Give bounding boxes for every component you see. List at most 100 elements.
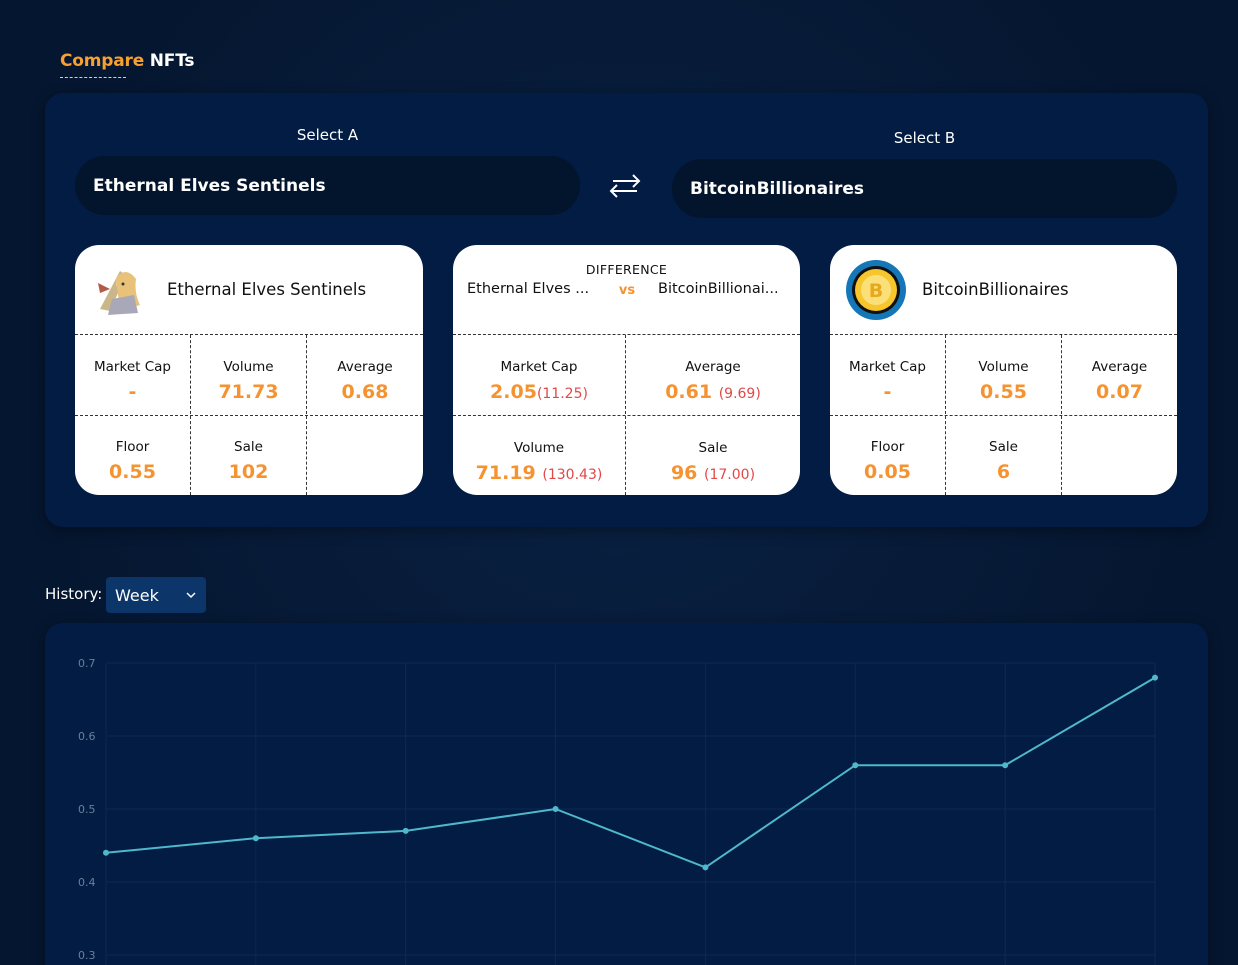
collection-b-sale: Sale 6 — [946, 415, 1061, 495]
market-cap-label: Market Cap — [94, 359, 171, 375]
data-point[interactable] — [1152, 674, 1158, 681]
collection-a-stats: Market Cap - Volume 71.73 Average 0.68 F… — [75, 335, 423, 495]
series-line — [105, 676, 1156, 869]
collection-b-header: B BitcoinBillionaires — [830, 245, 1177, 335]
data-point[interactable] — [1002, 762, 1009, 769]
collection-b-name: BitcoinBillionaires — [922, 280, 1069, 299]
collection-b-card: B BitcoinBillionaires Market Cap - Volum… — [830, 245, 1177, 495]
average-pct: (9.69) — [718, 386, 761, 402]
market-cap-value: 2.05(11.25) — [453, 381, 625, 403]
sale-label: Sale — [989, 439, 1018, 455]
difference-header: DIFFERENCE Ethernal Elves ... vs Bitcoin… — [453, 245, 800, 335]
grid-divider — [830, 415, 1177, 416]
sale-value: 96 (17.00) — [626, 462, 800, 484]
sale-value: 102 — [228, 461, 269, 483]
collection-a-volume: Volume 71.73 — [191, 335, 306, 415]
difference-average: Average 0.61 (9.69) — [626, 335, 800, 415]
title-underline — [60, 76, 126, 78]
volume-label: Volume — [223, 359, 274, 375]
difference-card: DIFFERENCE Ethernal Elves ... vs Bitcoin… — [453, 245, 800, 495]
data-point[interactable] — [852, 762, 859, 769]
collection-a-sale: Sale 102 — [191, 415, 306, 495]
difference-sale: Sale 96 (17.00) — [626, 416, 800, 495]
volume-pct: (130.43) — [542, 467, 603, 483]
data-point[interactable] — [252, 835, 259, 842]
average-label: Average — [1091, 359, 1148, 375]
y-tick-label: 0.7 — [78, 657, 96, 670]
market-cap-value: - — [883, 381, 892, 403]
sale-label: Sale — [234, 439, 263, 455]
sale-value: 6 — [996, 461, 1011, 483]
average-value: 0.61 (9.69) — [626, 381, 800, 403]
svg-text:B: B — [869, 280, 883, 302]
data-point[interactable] — [702, 864, 709, 871]
collection-b-average: Average 0.07 — [1062, 335, 1177, 415]
y-tick-label: 0.6 — [78, 730, 96, 743]
market-cap-label: Market Cap — [500, 359, 578, 375]
y-tick-label: 0.5 — [78, 803, 96, 816]
select-a-input[interactable]: Ethernal Elves Sentinels — [75, 156, 580, 215]
floor-label: Floor — [115, 439, 150, 455]
collection-a-header: Ethernal Elves Sentinels — [75, 245, 423, 335]
difference-stats: Market Cap 2.05(11.25) Average 0.61 (9.6… — [453, 335, 800, 495]
sale-diff: 96 — [670, 462, 698, 484]
page-title-rest: NFTs — [149, 51, 195, 71]
history-label: History: — [45, 585, 103, 603]
page-title-accent: Compare — [60, 51, 145, 71]
data-point[interactable] — [402, 827, 409, 834]
history-line-chart: 0.7 0.6 0.5 0.4 0.3 — [78, 657, 1158, 965]
difference-volume: Volume 71.19 (130.43) — [453, 416, 625, 495]
grid-divider — [453, 415, 800, 416]
select-a-label: Select A — [296, 126, 359, 144]
floor-label: Floor — [870, 439, 905, 455]
vs-label: vs — [618, 283, 636, 298]
market-cap-label: Market Cap — [849, 359, 926, 375]
volume-label: Volume — [513, 440, 565, 456]
average-diff: 0.61 — [665, 381, 713, 403]
collection-a-market-cap: Market Cap - — [75, 335, 190, 415]
collection-b-market-cap: Market Cap - — [830, 335, 945, 415]
bitcoin-coin-icon: B — [846, 260, 906, 320]
difference-caption: DIFFERENCE — [585, 262, 668, 277]
select-b-input[interactable]: BitcoinBillionaires — [672, 159, 1177, 218]
average-value: 0.07 — [1096, 381, 1143, 403]
market-cap-pct: (11.25) — [536, 386, 588, 402]
collection-b-floor: Floor 0.05 — [830, 415, 945, 495]
swap-icon[interactable] — [608, 171, 642, 201]
chevron-down-icon — [186, 592, 196, 599]
floor-value: 0.55 — [109, 461, 156, 483]
volume-value: 71.19 (130.43) — [453, 462, 625, 484]
collection-a-name: Ethernal Elves Sentinels — [167, 280, 367, 299]
history-period-select[interactable]: Week — [106, 577, 206, 613]
volume-value: 71.73 — [218, 381, 279, 403]
collection-b-volume: Volume 0.55 — [946, 335, 1061, 415]
difference-market-cap: Market Cap 2.05(11.25) — [453, 335, 625, 415]
history-period-value: Week — [115, 585, 159, 605]
history-chart-panel: 0.7 0.6 0.5 0.4 0.3 — [45, 623, 1208, 965]
compare-panel: Select A Ethernal Elves Sentinels Select… — [45, 93, 1208, 527]
collection-a-card: Ethernal Elves Sentinels Market Cap - Vo… — [75, 245, 423, 495]
data-point[interactable] — [552, 806, 559, 812]
volume-label: Volume — [978, 359, 1029, 375]
y-tick-label: 0.4 — [78, 876, 96, 889]
floor-value: 0.05 — [864, 461, 911, 483]
volume-diff: 71.19 — [475, 462, 536, 484]
page-title: Compare NFTs — [60, 51, 194, 71]
collection-a-average: Average 0.68 — [307, 335, 423, 415]
grid-divider — [75, 415, 423, 416]
market-cap-value: - — [128, 381, 137, 403]
volume-value: 0.55 — [980, 381, 1027, 403]
average-value: 0.68 — [341, 381, 389, 403]
average-label: Average — [337, 359, 393, 375]
elf-avatar-icon — [90, 259, 152, 321]
data-point[interactable] — [103, 849, 109, 856]
sale-label: Sale — [698, 440, 728, 456]
collection-b-stats: Market Cap - Volume 0.55 Average 0.07 Fl… — [830, 335, 1177, 495]
average-label: Average — [685, 359, 741, 375]
difference-left-name: Ethernal Elves ... — [467, 281, 590, 297]
y-tick-label: 0.3 — [78, 949, 96, 962]
sale-pct: (17.00) — [704, 467, 756, 483]
market-cap-diff: 2.05 — [490, 381, 537, 403]
difference-right-name: BitcoinBillionai... — [658, 281, 779, 297]
select-b-label: Select B — [893, 129, 956, 147]
